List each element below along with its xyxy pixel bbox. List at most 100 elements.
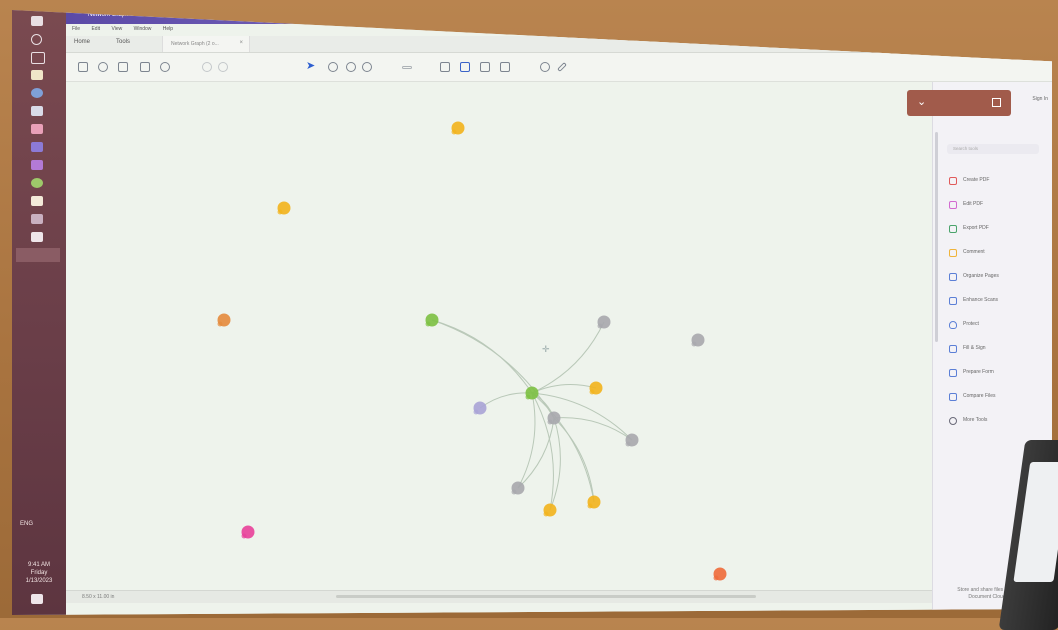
- taskbar-clock[interactable]: 9:41 AM Friday 1/13/2023: [16, 561, 62, 585]
- graph-node[interactable]: [547, 411, 561, 425]
- graph-node[interactable]: [597, 315, 611, 329]
- photos-icon[interactable]: [31, 124, 43, 134]
- panel-header[interactable]: ⌄: [907, 90, 1011, 116]
- graph-node[interactable]: [511, 481, 525, 495]
- print-icon[interactable]: [118, 62, 128, 72]
- tool-compare-files[interactable]: Compare Files: [947, 390, 1047, 404]
- graph-node[interactable]: [713, 567, 727, 581]
- sign-in-link[interactable]: Sign In: [1032, 96, 1048, 102]
- maps-icon[interactable]: [31, 178, 43, 188]
- tool-create-pdf[interactable]: Create PDF: [947, 174, 1047, 188]
- system-tray[interactable]: ENG: [20, 521, 60, 527]
- hand-icon[interactable]: [328, 62, 338, 72]
- graph-node[interactable]: [525, 386, 539, 400]
- zoom-out-icon[interactable]: [346, 62, 356, 72]
- horizontal-scrollbar[interactable]: [336, 595, 756, 598]
- close-icon[interactable]: ×: [239, 40, 243, 46]
- menu-file[interactable]: File: [72, 26, 80, 32]
- notes-icon[interactable]: [31, 196, 43, 206]
- graph-node[interactable]: [241, 525, 255, 539]
- graph-node[interactable]: [625, 433, 639, 447]
- search-icon[interactable]: [160, 62, 170, 72]
- search-icon[interactable]: [31, 34, 42, 45]
- clock-time: 9:41 AM: [27, 562, 50, 568]
- status-bar: 8.50 x 11.00 in: [66, 590, 932, 603]
- document-tab[interactable]: Network Graph (2 o... ×: [162, 36, 250, 52]
- select-cursor-icon[interactable]: ➤: [306, 59, 315, 72]
- graph-edge: [531, 392, 595, 503]
- graph-node[interactable]: [425, 313, 439, 327]
- graph-node[interactable]: [473, 401, 487, 415]
- graph-node[interactable]: [451, 121, 465, 135]
- page-size-text: 8.50 x 11.00 in: [82, 594, 115, 600]
- projected-screen: ENG 9:41 AM Friday 1/13/2023 Network Gra…: [12, 10, 1052, 615]
- chat-icon[interactable]: [31, 160, 43, 170]
- menu-bar: File Edit View Window Help: [72, 26, 183, 32]
- tool-enhance-scans[interactable]: Enhance Scans: [947, 294, 1047, 308]
- tools-search-input[interactable]: Search tools: [947, 144, 1039, 154]
- teams-icon[interactable]: [31, 142, 43, 152]
- graph-node[interactable]: [589, 381, 603, 395]
- tool-organize-pages[interactable]: Organize Pages: [947, 270, 1047, 284]
- file-explorer-icon[interactable]: [31, 70, 43, 80]
- draw-icon[interactable]: [480, 62, 490, 72]
- tab-home[interactable]: Home: [74, 39, 90, 45]
- graph-edge: [479, 392, 533, 409]
- start-icon[interactable]: [31, 16, 43, 26]
- tool-more-tools[interactable]: More Tools: [947, 414, 1047, 428]
- enhance-scans-icon: [949, 297, 957, 305]
- tool-export-pdf[interactable]: Export PDF: [947, 222, 1047, 236]
- clock-day: Friday: [30, 570, 48, 576]
- pen-icon[interactable]: [540, 62, 550, 72]
- menu-help[interactable]: Help: [163, 26, 173, 32]
- reader-app-icon[interactable]: [16, 248, 60, 262]
- graph-edge: [431, 319, 533, 394]
- tool-edit-pdf[interactable]: Edit PDF: [947, 198, 1047, 212]
- chevron-down-icon[interactable]: ⌄: [917, 95, 926, 108]
- zoom-level-icon[interactable]: [402, 66, 412, 69]
- edit-pdf-icon: [949, 201, 957, 209]
- next-page-icon[interactable]: [218, 62, 228, 72]
- tool-label: Compare Files: [963, 393, 996, 399]
- highlight-icon[interactable]: [460, 62, 470, 72]
- task-view-icon[interactable]: [31, 52, 45, 64]
- graph-node[interactable]: [691, 333, 705, 347]
- zoom-in-icon[interactable]: [362, 62, 372, 72]
- menu-window[interactable]: Window: [134, 26, 152, 32]
- graph-node[interactable]: [277, 201, 291, 215]
- network-graph[interactable]: ✛: [66, 82, 932, 602]
- share-icon[interactable]: [992, 98, 1001, 107]
- graph-node[interactable]: [217, 313, 231, 327]
- export-pdf-icon: [949, 225, 957, 233]
- stamp-icon[interactable]: [500, 62, 510, 72]
- new-icon[interactable]: [78, 62, 88, 72]
- tool-label: Comment: [963, 249, 985, 255]
- graph-node[interactable]: [587, 495, 601, 509]
- tool-label: Enhance Scans: [963, 297, 999, 303]
- tool-label: Prepare Form: [963, 369, 994, 375]
- tool-prepare-form[interactable]: Prepare Form: [947, 366, 1047, 380]
- mail-icon[interactable]: [31, 232, 43, 242]
- upload-icon[interactable]: [98, 62, 108, 72]
- panel-scrollbar[interactable]: [935, 132, 938, 342]
- settings-icon[interactable]: [31, 214, 43, 224]
- prev-page-icon[interactable]: [202, 62, 212, 72]
- tool-comment[interactable]: Comment: [947, 246, 1047, 260]
- sign-icon[interactable]: [557, 62, 567, 72]
- pdf-reader-window: Network Graph View — Document (2 of 10).…: [66, 10, 1052, 615]
- browser-icon[interactable]: [31, 88, 43, 98]
- tool-label: More Tools: [963, 417, 988, 423]
- document-canvas[interactable]: ✛ 8.50 x 11.00 in: [66, 82, 932, 603]
- menu-view[interactable]: View: [111, 26, 122, 32]
- tool-label: Organize Pages: [963, 273, 999, 279]
- comment-icon[interactable]: [440, 62, 450, 72]
- notification-icon[interactable]: [31, 594, 43, 604]
- store-icon[interactable]: [31, 106, 43, 116]
- tab-tools[interactable]: Tools: [116, 39, 130, 45]
- create-pdf-icon: [949, 177, 957, 185]
- tool-protect[interactable]: Protect: [947, 318, 1047, 332]
- menu-edit[interactable]: Edit: [91, 26, 100, 32]
- tool-fill-sign[interactable]: Fill & Sign: [947, 342, 1047, 356]
- graph-node[interactable]: [543, 503, 557, 517]
- mail-icon[interactable]: [140, 62, 150, 72]
